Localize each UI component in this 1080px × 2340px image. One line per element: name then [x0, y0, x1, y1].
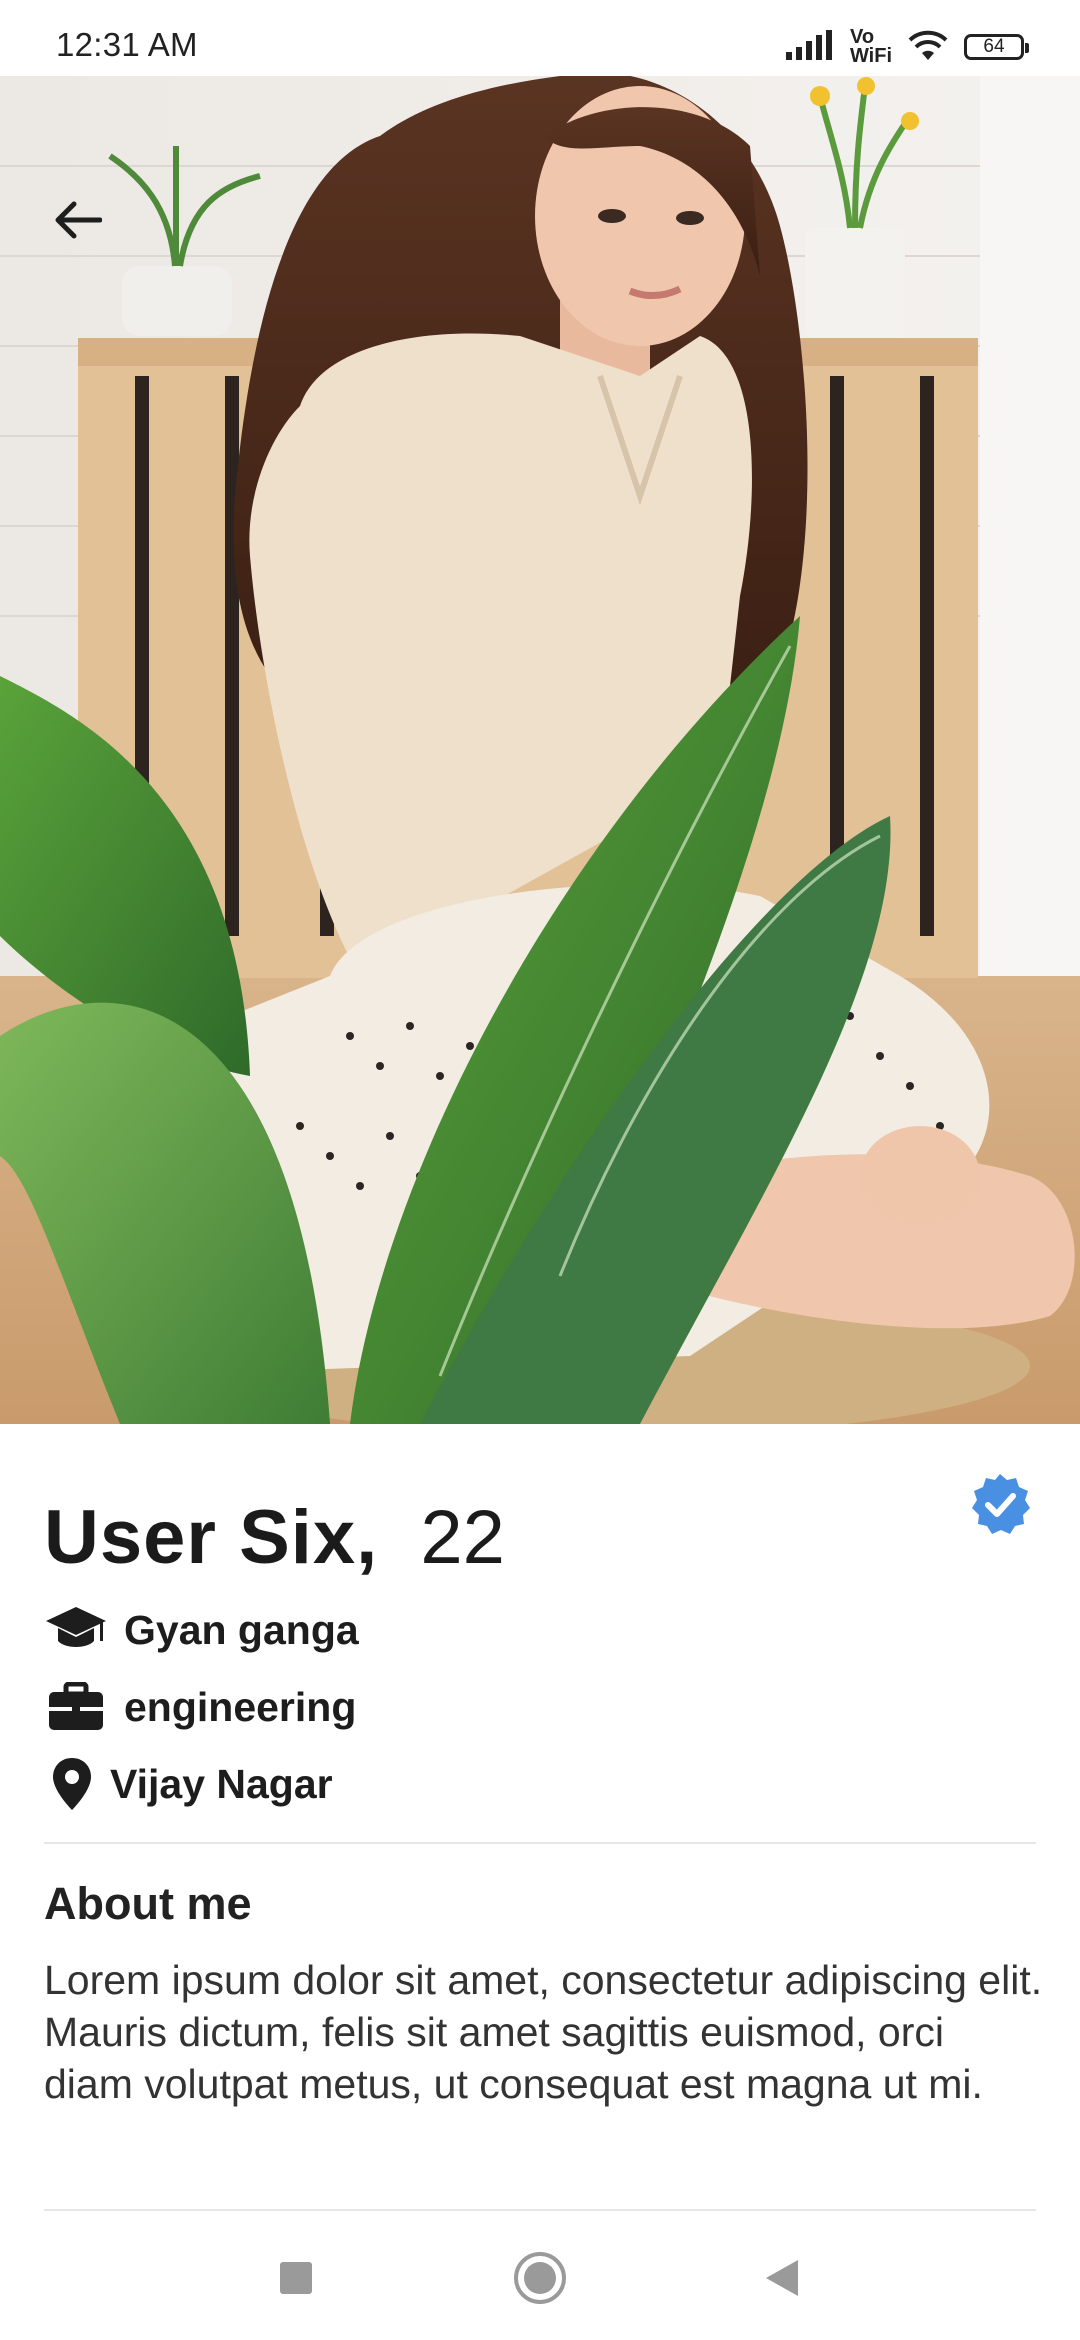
work-row: engineering	[44, 1679, 356, 1735]
system-nav-bar	[0, 2220, 1080, 2340]
work-text: engineering	[124, 1683, 357, 1730]
user-age: 22	[420, 1495, 505, 1580]
divider	[44, 1842, 1036, 1844]
square-recents-icon	[279, 2261, 313, 2300]
about-text: Lorem ipsum dolor sit amet, consectetur …	[44, 1957, 1043, 2107]
vowifi-bottom: WiFi	[849, 45, 892, 67]
about-heading: About me	[44, 1878, 252, 1929]
profile-photo-illustration	[0, 76, 1080, 1424]
education-text: Gyan ganga	[124, 1606, 359, 1653]
battery-indicator: 64	[964, 34, 1029, 60]
user-name: User Six,	[44, 1495, 379, 1580]
education-row: Gyan ganga	[44, 1602, 359, 1658]
status-icons: Vo WiFi 64	[785, 24, 1029, 70]
graduation-cap-icon	[44, 1602, 108, 1658]
signal-icon	[785, 29, 836, 65]
divider-bottom	[44, 2209, 1036, 2211]
briefcase-icon	[44, 1679, 108, 1735]
status-time: 12:31 AM	[56, 26, 198, 63]
profile-photo[interactable]	[0, 76, 1080, 1424]
vowifi-indicator: Vo WiFi	[849, 27, 892, 67]
circle-home-icon	[513, 2251, 567, 2310]
battery-level: 64	[983, 36, 1005, 57]
verified-badge-icon	[968, 1472, 1032, 1536]
status-bar: 12:31 AM Vo WiFi 64	[0, 0, 1080, 76]
nav-back-button[interactable]	[752, 2250, 812, 2310]
location-text: Vijay Nagar	[110, 1760, 333, 1807]
arrow-left-icon	[54, 200, 103, 245]
location-pin-icon	[44, 1756, 100, 1812]
back-button[interactable]	[40, 184, 116, 260]
recents-button[interactable]	[266, 2250, 326, 2310]
home-button[interactable]	[510, 2250, 570, 2310]
wifi-icon	[906, 28, 950, 67]
location-row: Vijay Nagar	[44, 1756, 333, 1812]
name-row: User Six, 22	[44, 1494, 505, 1581]
triangle-back-icon	[764, 2258, 800, 2303]
